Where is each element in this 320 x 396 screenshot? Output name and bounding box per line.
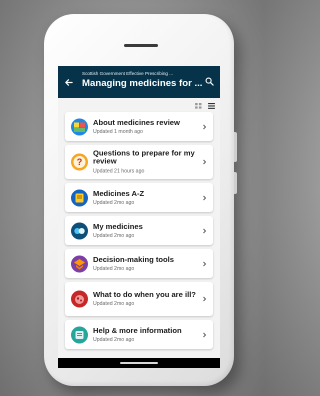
book-icon: [71, 189, 88, 206]
chevron-right-icon: [203, 159, 207, 165]
list-item-my-medicines[interactable]: My medicines Updated 2mo ago: [65, 216, 213, 245]
question-icon: ?: [71, 153, 88, 171]
chevron-right-icon: [203, 261, 207, 266]
list-item-updated: Updated 2mo ago: [93, 301, 135, 308]
list-item-questions-to-prepare[interactable]: ? Questions to prepare for my review Upd…: [65, 145, 213, 179]
volume-button: [234, 132, 237, 162]
list-item-title: Medicines A-Z: [93, 188, 145, 198]
chevron-right-icon: [203, 296, 207, 302]
list-item-updated: Updated 1 month ago: [93, 128, 143, 135]
search-icon[interactable]: [205, 77, 214, 86]
view-toggles: [58, 98, 220, 112]
list-item-updated: Updated 2mo ago: [93, 199, 135, 206]
page-title: Managing medicines for ...: [82, 78, 203, 89]
list-item-updated: Updated 2mo ago: [93, 336, 135, 343]
list-item-about-medicines-review[interactable]: About medicines review Updated 1 month a…: [65, 112, 213, 141]
list-item-decision-making-tools[interactable]: Decision-making tools Updated 2mo ago: [65, 249, 213, 278]
phone-frame: Scottish Government Effective Prescribin…: [44, 14, 237, 386]
svg-text:?: ?: [77, 157, 83, 167]
help-icon: [71, 326, 88, 343]
chevron-right-icon: [203, 124, 207, 129]
home-indicator[interactable]: [120, 362, 158, 364]
earpiece-speaker: [124, 44, 158, 47]
app-subtitle: Scottish Government Effective Prescribin…: [82, 71, 174, 76]
arrow-left-icon[interactable]: [64, 78, 73, 87]
list-item-title: My medicines: [93, 221, 143, 231]
list-item-title: What to do when you are ill?: [93, 289, 196, 299]
chevron-right-icon: [203, 195, 207, 200]
app-bar: Scottish Government Effective Prescribin…: [58, 66, 220, 98]
chevron-right-icon: [203, 228, 207, 233]
menu-list: About medicines review Updated 1 month a…: [58, 112, 220, 349]
list-item-updated: Updated 21 hours ago: [93, 168, 145, 175]
list-item-title: Help & more information: [93, 325, 182, 335]
list-item-medicines-a-z[interactable]: Medicines A-Z Updated 2mo ago: [65, 183, 213, 212]
list-item-updated: Updated 2mo ago: [93, 265, 135, 272]
chevron-right-icon: [203, 332, 207, 337]
app-screen: Scottish Government Effective Prescribin…: [58, 66, 220, 368]
list-item-title: Questions to prepare for my review: [93, 148, 195, 166]
grid-view-icon[interactable]: [195, 103, 202, 109]
pills-icon: [71, 222, 88, 239]
list-item-title: About medicines review: [93, 117, 180, 127]
toolbox-icon: [71, 255, 88, 272]
list-item-title: Decision-making tools: [93, 254, 175, 264]
power-button: [234, 172, 237, 194]
list-item-updated: Updated 2mo ago: [93, 232, 135, 239]
list-view-icon[interactable]: [208, 103, 215, 109]
puzzle-icon: [71, 118, 88, 135]
list-item-help-more-information[interactable]: Help & more information Updated 2mo ago: [65, 320, 213, 349]
thermometer-icon: [71, 290, 88, 308]
system-nav-bar: [58, 358, 220, 368]
list-item-what-to-do-when-ill[interactable]: What to do when you are ill? Updated 2mo…: [65, 282, 213, 316]
